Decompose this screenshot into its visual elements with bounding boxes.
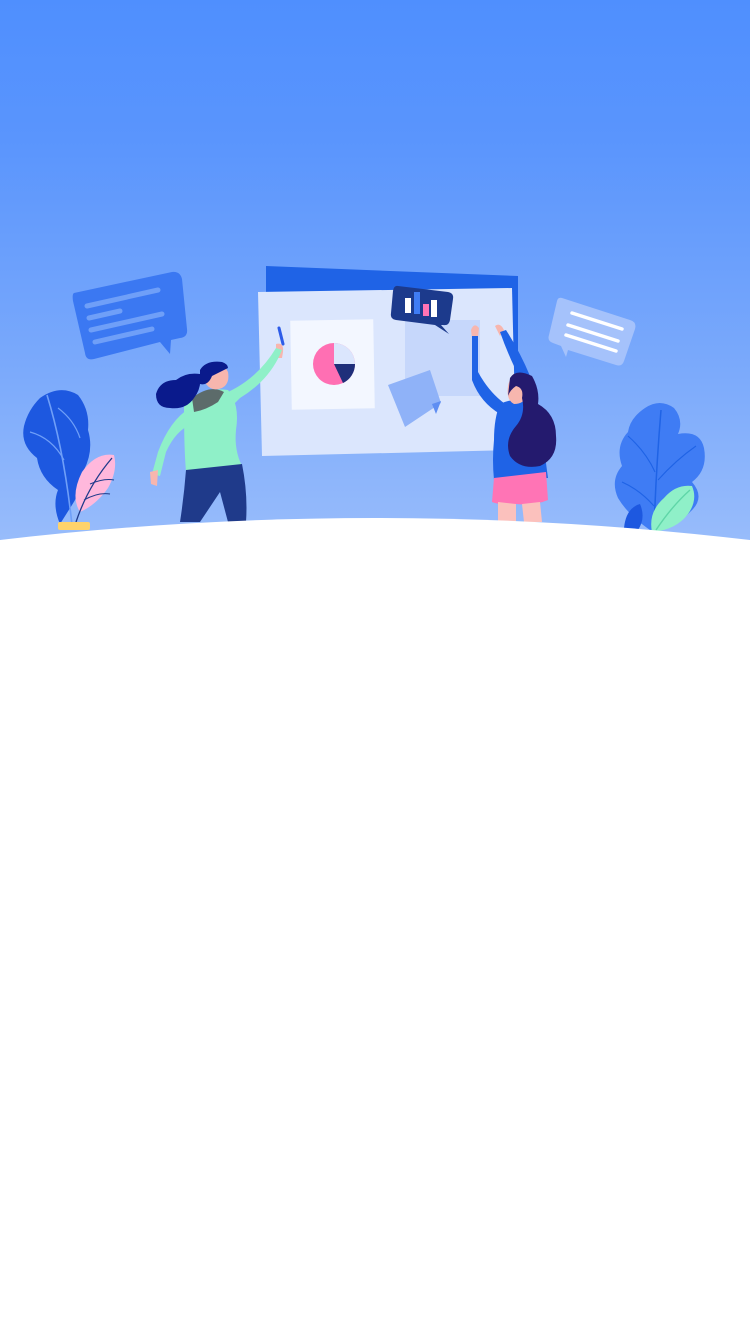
pie-chart-icon	[290, 319, 375, 410]
screen	[0, 0, 750, 1334]
illustration-canvas	[0, 266, 750, 560]
leaf-plant-icon	[23, 390, 116, 530]
content-area	[0, 540, 750, 1334]
chat-bubble-icon	[72, 271, 188, 360]
hero-illustration	[0, 0, 750, 560]
leaf-plant-icon	[614, 403, 705, 532]
chat-bubble-icon	[548, 297, 636, 366]
